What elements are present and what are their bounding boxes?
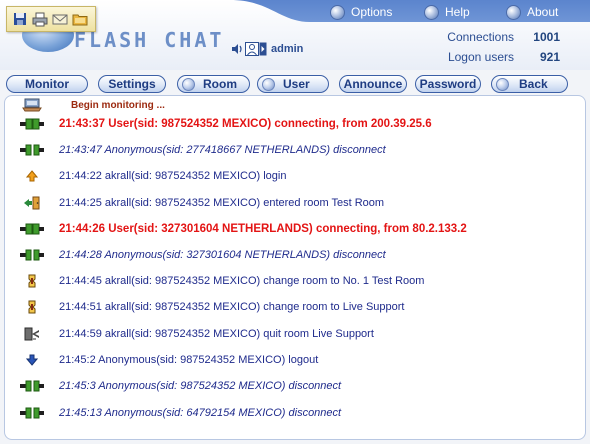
user-area: admin <box>230 42 303 56</box>
log-entry-text: 21:44:51 akrall(sid: 987524352 MEXICO) c… <box>59 301 405 313</box>
disconnect-icon <box>18 247 46 263</box>
header: 3 FLASH CHAT Options Help About Connecti… <box>0 0 590 70</box>
monitor-button[interactable]: Monitor <box>6 75 88 93</box>
log-entry: 21:44:28 Anonymous(sid: 327301604 NETHER… <box>5 246 585 264</box>
about-label: About <box>527 5 559 19</box>
enter-room-icon <box>18 195 46 211</box>
speaker-icon[interactable] <box>230 42 244 56</box>
log-header-row: Begin monitoring ... <box>5 96 585 114</box>
folder-button[interactable] <box>71 10 89 28</box>
back-orb-icon <box>496 77 509 91</box>
connect-icon <box>18 116 46 132</box>
disconnect-icon <box>18 142 46 158</box>
print-button[interactable] <box>31 10 49 28</box>
password-label: Password <box>419 77 477 91</box>
options-tab[interactable]: Options <box>330 3 392 21</box>
user-button[interactable]: User <box>257 75 329 93</box>
log-entry: 21:45:13 Anonymous(sid: 64792154 MEXICO)… <box>5 404 585 422</box>
help-tab[interactable]: Help <box>424 3 470 21</box>
connections-value: 1001 <box>533 30 560 44</box>
about-orb-icon <box>506 4 521 20</box>
save-button[interactable] <box>11 10 29 28</box>
floating-toolbar <box>6 6 96 32</box>
connect-icon <box>18 221 46 237</box>
logon-users-stat: Logon users 921 <box>418 47 560 67</box>
change-room-icon <box>18 299 46 315</box>
connections-stat: Connections 1001 <box>418 27 560 47</box>
monitor-label: Monitor <box>25 77 69 91</box>
options-orb-icon <box>330 4 345 20</box>
log-entry-text: 21:45:13 Anonymous(sid: 64792154 MEXICO)… <box>59 407 342 419</box>
print-icon <box>32 12 48 26</box>
email-button[interactable] <box>51 10 69 28</box>
user-label: User <box>283 77 310 91</box>
password-button[interactable]: Password <box>415 75 481 93</box>
username: admin <box>271 43 304 55</box>
log-entry: 21:44:51 akrall(sid: 987524352 MEXICO) c… <box>5 298 585 316</box>
log-entry-text: 21:45:2 Anonymous(sid: 987524352 MEXICO)… <box>59 354 319 366</box>
quit-room-icon <box>18 326 46 342</box>
log-entry: 21:44:26 User(sid: 327301604 NETHERLANDS… <box>5 220 585 238</box>
log-entry: 21:44:59 akrall(sid: 987524352 MEXICO) q… <box>5 325 585 343</box>
announce-label: Announce <box>343 77 403 91</box>
room-button[interactable]: Room <box>177 75 250 93</box>
help-orb-icon <box>424 4 439 20</box>
log-entry-text: 21:44:26 User(sid: 327301604 NETHERLANDS… <box>59 223 467 235</box>
about-tab[interactable]: About <box>506 3 558 21</box>
monitor-console-icon <box>19 97 45 113</box>
log-entry: 21:43:37 User(sid: 987524352 MEXICO) con… <box>5 115 585 133</box>
announce-button[interactable]: Announce <box>339 75 407 93</box>
log-entry: 21:43:47 Anonymous(sid: 277418667 NETHER… <box>5 141 585 159</box>
settings-label: Settings <box>108 77 156 91</box>
log-entry: 21:44:25 akrall(sid: 987524352 MEXICO) e… <box>5 194 585 212</box>
log-entry: 21:44:22 akrall(sid: 987524352 MEXICO) l… <box>5 167 585 185</box>
log-entry-text: 21:44:45 akrall(sid: 987524352 MEXICO) c… <box>59 275 425 287</box>
log-entry-text: 21:45:3 Anonymous(sid: 987524352 MEXICO)… <box>59 380 342 392</box>
user-status-icon[interactable] <box>245 42 267 56</box>
log-entry: 21:44:45 akrall(sid: 987524352 MEXICO) c… <box>5 272 585 290</box>
back-button[interactable]: Back <box>491 75 568 93</box>
log-entry-text: 21:43:37 User(sid: 987524352 MEXICO) con… <box>59 118 432 130</box>
login-arrow-icon <box>18 168 46 184</box>
log-entry: 21:45:2 Anonymous(sid: 987524352 MEXICO)… <box>5 351 585 369</box>
folder-icon <box>72 14 88 26</box>
disconnect-icon <box>18 405 46 421</box>
logon-users-label: Logon users <box>447 50 514 64</box>
disconnect-icon <box>18 378 46 394</box>
log-entry-text: 21:44:25 akrall(sid: 987524352 MEXICO) e… <box>59 197 385 209</box>
log-entry-text: 21:44:22 akrall(sid: 987524352 MEXICO) l… <box>59 170 287 182</box>
help-label: Help <box>445 5 470 19</box>
back-label: Back <box>519 77 548 91</box>
server-stats: Connections 1001 Logon users 921 <box>418 27 560 67</box>
monitor-log-panel[interactable]: Begin monitoring ... 21:43:37 User(sid: … <box>4 95 586 440</box>
logon-users-value: 921 <box>539 50 560 64</box>
log-entry-text: 21:44:28 Anonymous(sid: 327301604 NETHER… <box>59 249 386 261</box>
room-label: Room <box>203 77 237 91</box>
log-entry-text: 21:44:59 akrall(sid: 987524352 MEXICO) q… <box>59 328 374 340</box>
room-orb-icon <box>182 77 195 91</box>
settings-button[interactable]: Settings <box>98 75 166 93</box>
log-entry-text: 21:43:47 Anonymous(sid: 277418667 NETHER… <box>59 144 386 156</box>
user-orb-icon <box>262 77 275 91</box>
log-entry: 21:45:3 Anonymous(sid: 987524352 MEXICO)… <box>5 377 585 395</box>
options-label: Options <box>351 5 393 19</box>
app-title: FLASH CHAT <box>74 28 225 52</box>
save-icon <box>14 13 26 25</box>
email-icon <box>52 14 68 25</box>
connections-label: Connections <box>447 30 514 44</box>
logout-arrow-icon <box>18 352 46 368</box>
begin-monitoring-text: Begin monitoring ... <box>71 99 165 111</box>
change-room-icon <box>18 273 46 289</box>
